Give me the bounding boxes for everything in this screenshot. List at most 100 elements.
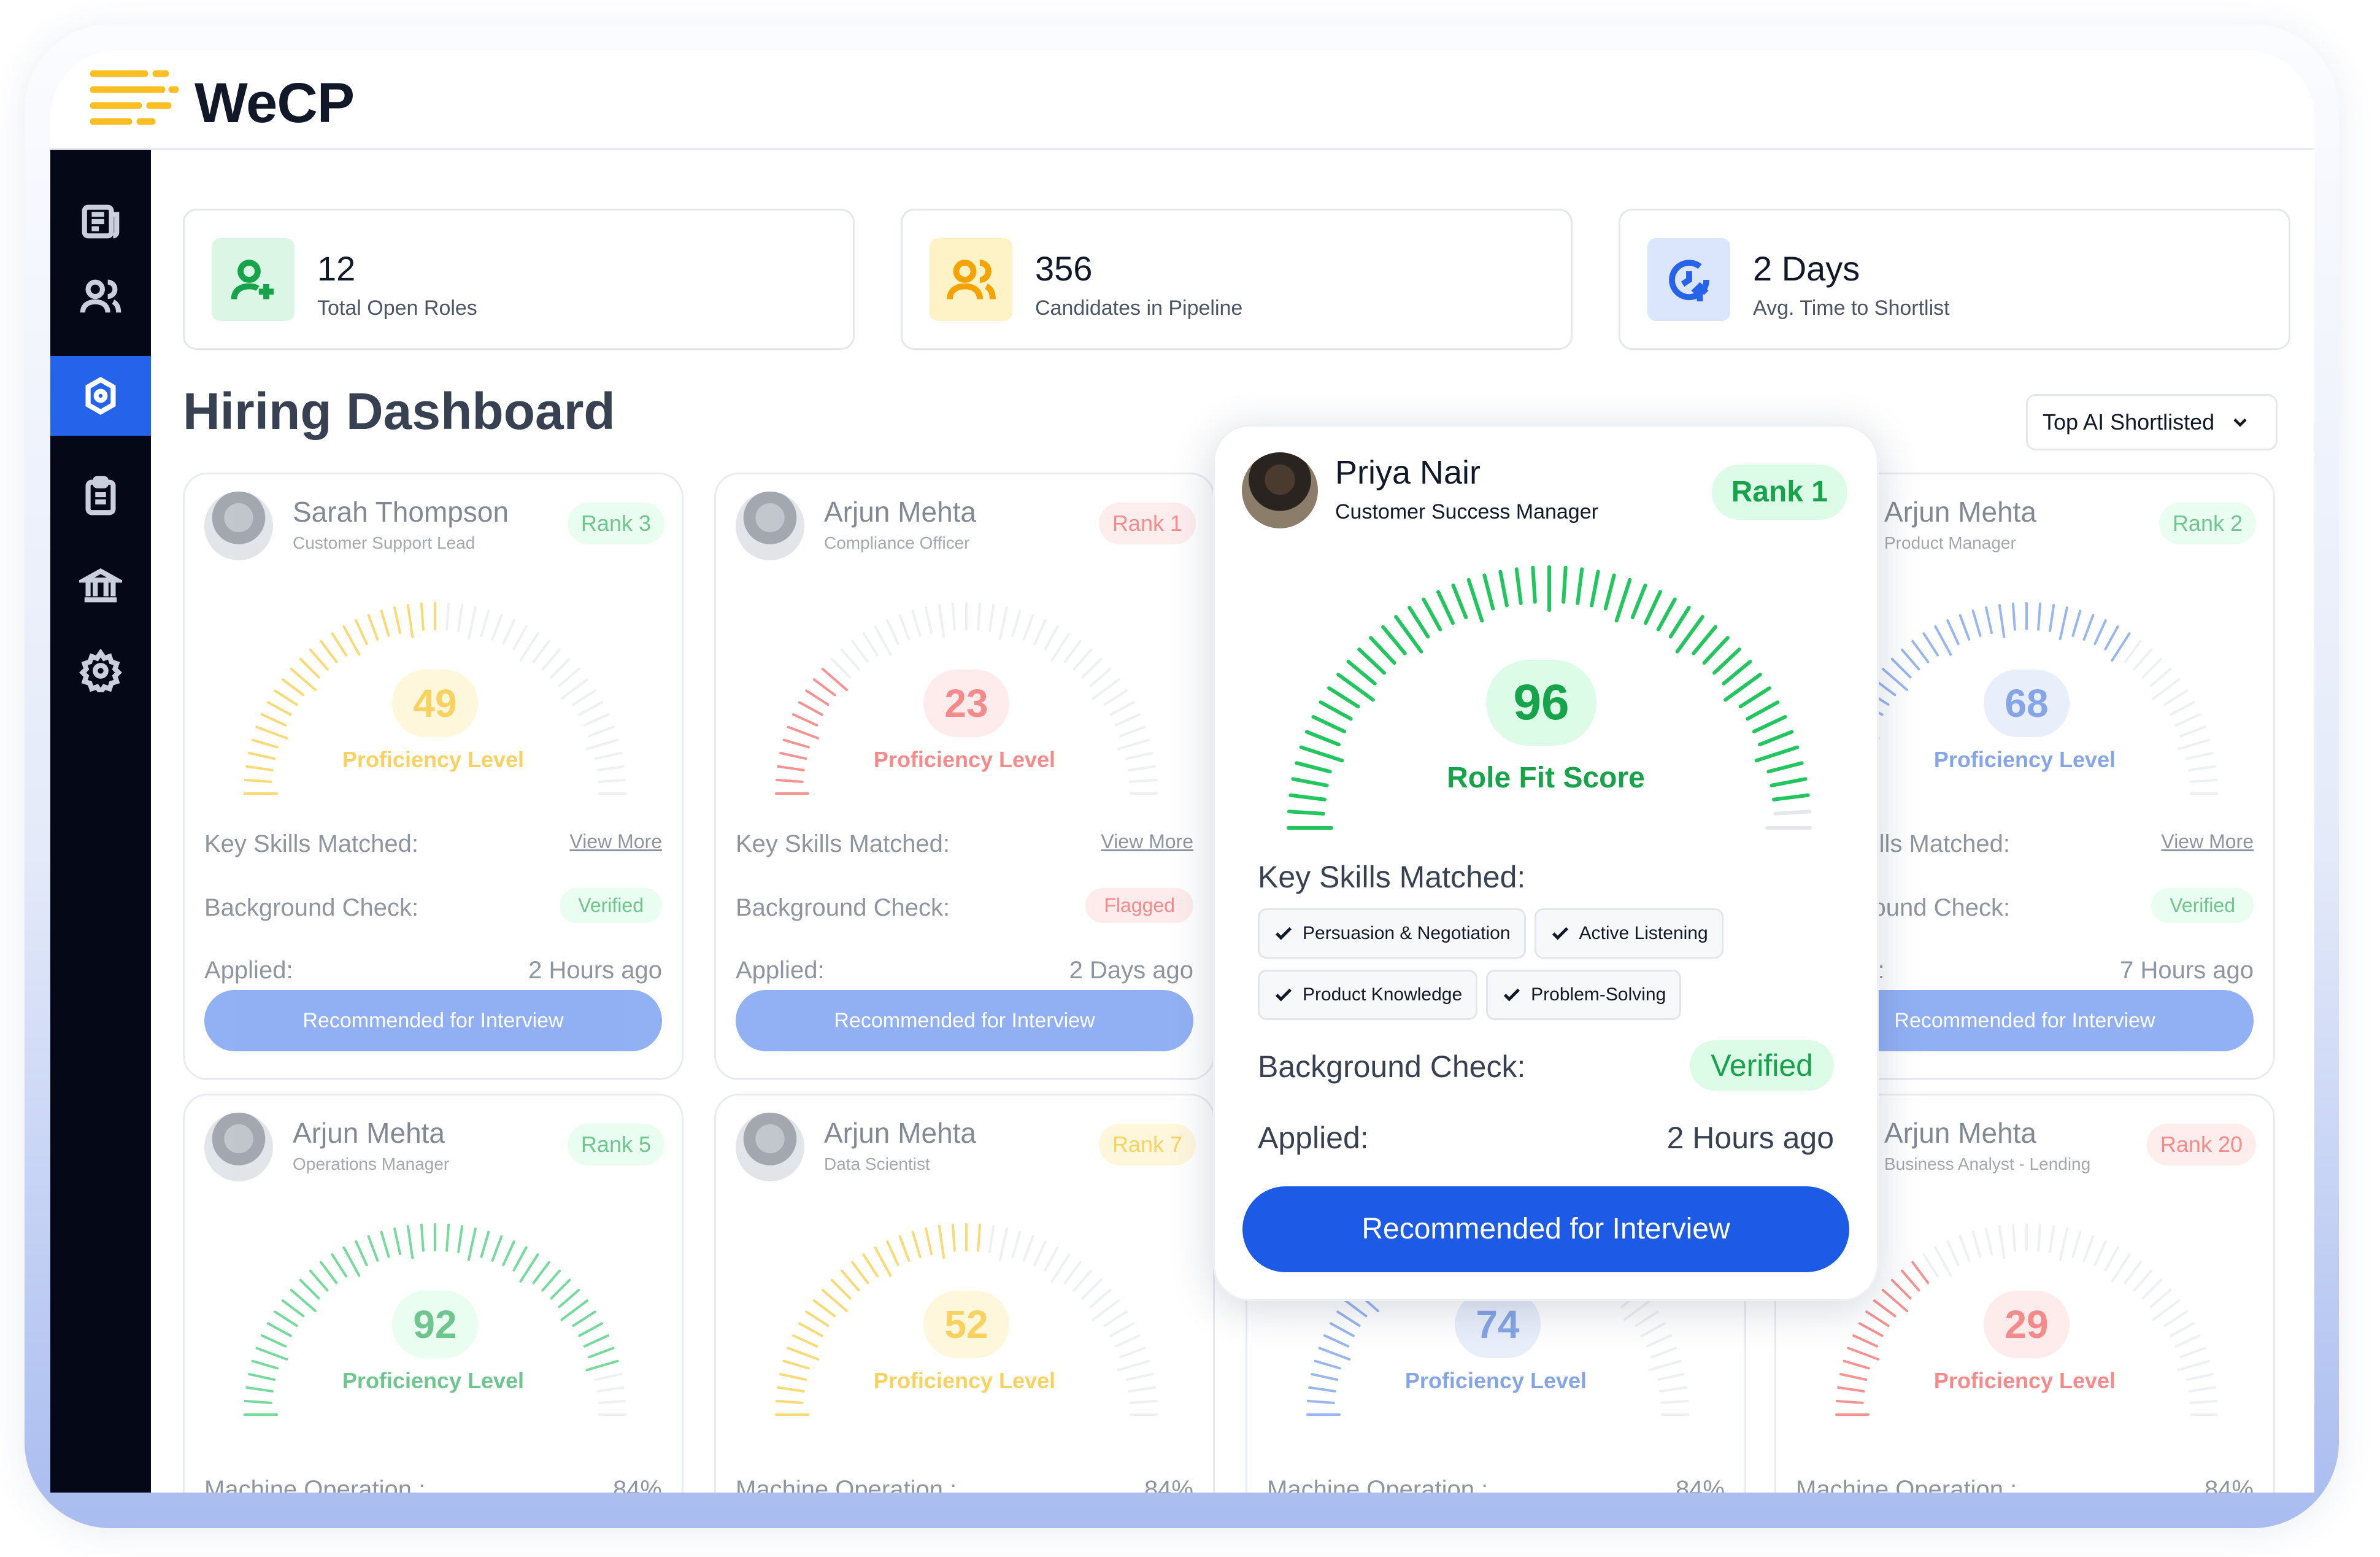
nav-settings-icon[interactable] (50, 631, 151, 711)
recommend-button[interactable]: Recommended for Interview (736, 990, 1193, 1051)
gauge-tick (1772, 793, 1810, 802)
gauge-tick (775, 778, 804, 783)
gauge-tick (782, 738, 810, 749)
wecp-logo-icon (90, 70, 179, 125)
key-skills-label: Key Skills Matched: (1258, 860, 1526, 894)
gauge-tick (406, 1225, 414, 1259)
gauge-tick (1369, 636, 1396, 665)
page-title: Hiring Dashboard (183, 382, 615, 440)
gauge-tick (812, 678, 836, 697)
gauge-tick (512, 1246, 528, 1272)
nav-bank-icon[interactable] (50, 546, 151, 625)
gauge-tick (787, 725, 820, 740)
stat-icon-box (930, 238, 1012, 321)
gauge-tick (2011, 1223, 2016, 1252)
gauge-tick (1073, 1269, 1093, 1292)
gauge-tick (457, 604, 464, 632)
stat-value: 356 (1035, 249, 1093, 288)
gauge-tick (2071, 609, 2082, 637)
gauge-tick (2093, 1240, 2107, 1267)
focused-candidate-card[interactable]: Priya Nair Customer Success Manager Rank… (1213, 425, 1879, 1301)
recommend-button[interactable]: Recommended for Interview (204, 990, 662, 1051)
gauge-tick (309, 1269, 329, 1292)
rank-badge: Rank 7 (1098, 1124, 1196, 1165)
applied-label: Applied: (1258, 1121, 1369, 1155)
gauge-tick (1318, 1346, 1351, 1361)
skill-chip-label: Active Listening (1579, 923, 1708, 943)
gauge-tick (2011, 602, 2016, 631)
gauge-tick (782, 1359, 810, 1370)
rank-badge: Rank 2 (2159, 503, 2256, 544)
gauge-tick (951, 602, 956, 631)
candidate-card[interactable]: Arjun Mehta Compliance Officer Rank 1 23 Pro… (714, 473, 1215, 1080)
gauge-tick (1881, 1288, 1909, 1313)
gauge-tick (1958, 614, 1971, 641)
gauge-tick (2163, 689, 2188, 706)
candidate-card[interactable]: Sarah Thompson Customer Support Lead Rank … (183, 473, 684, 1080)
gauge-tick (977, 1223, 982, 1252)
candidate-card[interactable]: Arjun Mehta Data Scientist Rank 7 52 Profici… (714, 1094, 1215, 1493)
gauge-tick (550, 1278, 571, 1300)
gauge-tick (1562, 565, 1568, 604)
proficiency-score: 52 (923, 1291, 1009, 1358)
gauge-tick (1614, 578, 1632, 623)
key-skills-row: Key Skills Matched: View More (204, 830, 662, 858)
gauge-tick (874, 625, 892, 656)
gauge-tick (1081, 657, 1103, 679)
gauge-tick (467, 606, 477, 640)
nav-news-icon[interactable] (50, 182, 151, 261)
gauge-tick (1644, 590, 1662, 625)
view-more-link[interactable]: View More (569, 830, 662, 853)
proficiency-label: Proficiency Level (1404, 1368, 1587, 1393)
gauge-tick (2141, 657, 2163, 679)
gauge-tick (281, 678, 305, 697)
nav-ai-scan-icon[interactable] (50, 356, 151, 436)
gauge-tick (862, 1253, 879, 1278)
gauge-tick (830, 1278, 852, 1300)
gauge-tick (1998, 1225, 2006, 1259)
applied-label: Applied: (736, 957, 825, 984)
nav-clipboard-icon[interactable] (50, 457, 151, 536)
gauge-tick (1668, 606, 1691, 639)
gauge-tick (2124, 639, 2142, 663)
gauge-tick (502, 1240, 515, 1267)
gauge-tick (1623, 1299, 1652, 1321)
gauge-tick (938, 1225, 945, 1259)
view-more-link[interactable]: View More (2161, 830, 2254, 853)
gauge-tick (898, 614, 911, 641)
gauge-tick (1482, 573, 1495, 611)
gauge-tick (1900, 1269, 1920, 1292)
gauge-tick (938, 604, 945, 638)
gauge-tick (1754, 745, 1800, 763)
sort-dropdown[interactable]: Top AI Shortlisted (2026, 394, 2278, 450)
applied-row: Applied: 2 Hours ago (204, 957, 662, 984)
gauge-tick (925, 606, 933, 635)
nav-users-icon[interactable] (50, 257, 151, 336)
key-skills-row: Key Skills Matched: View More (736, 830, 1193, 858)
gauge-tick (1314, 1359, 1341, 1370)
proficiency-label: Proficiency Level (1933, 1368, 2116, 1393)
recommend-button[interactable]: Recommended for Interview (1242, 1186, 1849, 1272)
gauge-tick (502, 619, 515, 646)
gauge-tick (583, 1334, 609, 1348)
view-more-link[interactable]: View More (1101, 830, 1193, 853)
gauge-tick (1635, 1310, 1659, 1327)
gauge-tick (998, 1227, 1008, 1261)
gauge-tick (1033, 1240, 1047, 1267)
gauge-tick (1011, 609, 1022, 637)
gauge-tick (290, 1288, 317, 1313)
gauge-tick (2163, 1310, 2188, 1327)
gauge-tick (572, 689, 596, 706)
gauge-tick (519, 1253, 539, 1283)
gauge-tick (1971, 609, 1982, 637)
candidate-card[interactable]: Arjun Mehta Operations Manager Rank 5 92 Pro… (183, 1094, 684, 1493)
gauge-tick (1911, 639, 1930, 663)
stat-icon-box (1647, 238, 1730, 321)
skill-value: 84% (612, 1476, 662, 1493)
applied-row: Applied: 2 Hours ago (1258, 1120, 1834, 1156)
gauge-tick (2133, 648, 2153, 671)
top-bar: WeCP (50, 50, 2314, 150)
gauge-tick (911, 609, 922, 637)
gauge-tick (541, 648, 561, 671)
gauge-tick (255, 1346, 288, 1361)
